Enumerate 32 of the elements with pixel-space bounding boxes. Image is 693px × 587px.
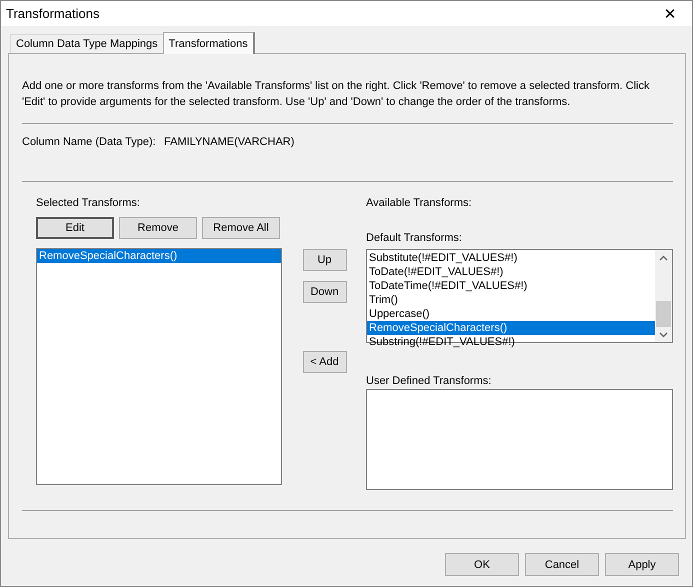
scrollbar[interactable] <box>655 250 672 342</box>
section-label: Selected Transforms: <box>36 197 141 209</box>
scroll-down-icon[interactable] <box>659 332 668 338</box>
action-button[interactable]: Remove All <box>202 217 280 239</box>
list-item[interactable]: ToDateTime(!#EDIT_VALUES#!) <box>367 279 655 293</box>
list-item[interactable]: Uppercase() <box>367 307 655 321</box>
dialog-button[interactable]: OK <box>445 553 519 576</box>
field-label: Column Name (Data Type): <box>22 136 157 148</box>
window-title: Transformations <box>6 6 100 21</box>
dialog-button[interactable]: Apply <box>605 553 679 576</box>
description-text: Add one or more transforms from the 'Available Transforms' list on the right. Click 'Remove' to remove a selected transform. Click 'Edit' to provide arguments for the selected transform. Use 'Up' and 'Down' to change the order of the transforms. <box>22 79 650 110</box>
move-button[interactable]: Down <box>302 281 346 303</box>
list-item[interactable]: RemoveSpecialCharacters() <box>37 249 281 263</box>
action-button[interactable]: Edit <box>36 217 114 239</box>
add-button[interactable]: < Add <box>302 351 346 373</box>
tab[interactable]: Transformations <box>162 32 255 54</box>
list-label: Default Transforms: <box>366 232 463 244</box>
section-label: Available Transforms: <box>366 197 473 209</box>
close-button[interactable]: ✕ <box>648 1 692 26</box>
scroll-thumb[interactable] <box>656 301 671 327</box>
list-item[interactable]: RemoveSpecialCharacters() <box>367 321 655 335</box>
move-button[interactable]: Up <box>302 249 346 271</box>
column-name-value: FAMILYNAME(VARCHAR) <box>164 136 294 148</box>
list-item[interactable]: ToDate(!#EDIT_VALUES#!) <box>367 265 655 279</box>
action-button[interactable]: Remove <box>119 217 197 239</box>
list-item[interactable]: Substitute(!#EDIT_VALUES#!) <box>367 251 655 265</box>
dialog-button[interactable]: Cancel <box>525 553 599 576</box>
list-item[interactable]: Substring(!#EDIT_VALUES#!) <box>367 335 655 349</box>
tab[interactable]: Column Data Type Mappings <box>10 34 164 53</box>
list-label: User Defined Transforms: <box>366 375 492 387</box>
list-item[interactable]: Trim() <box>367 293 655 307</box>
scroll-up-icon[interactable] <box>659 255 668 261</box>
